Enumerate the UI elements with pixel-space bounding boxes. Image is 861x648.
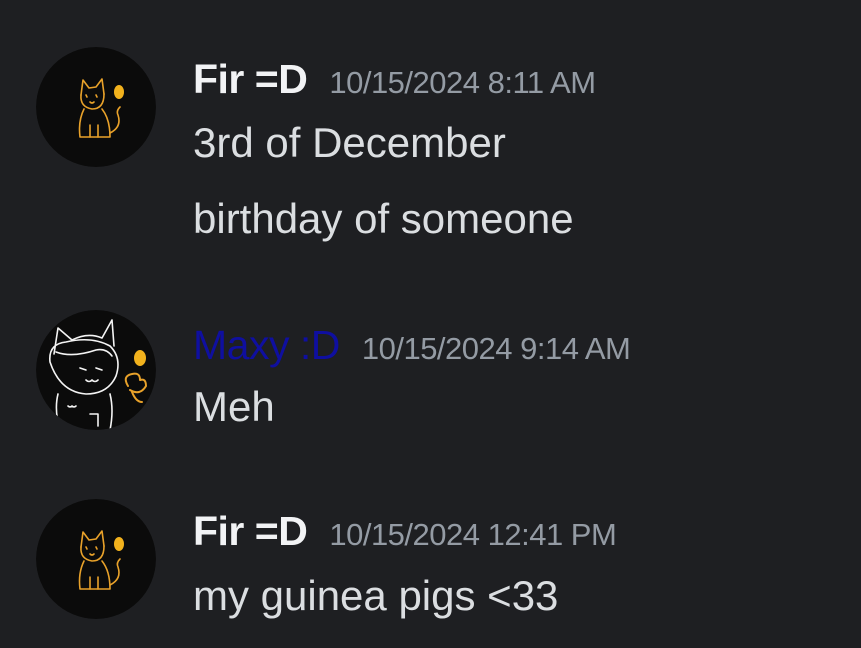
cat-sitting-avatar-icon [36,47,156,167]
message-header: Maxy :D 10/15/2024 9:14 AM [193,322,631,369]
cat-sitting-avatar-icon [36,499,156,619]
message-text: birthday of someone [193,195,574,242]
message-header: Fir =D 10/15/2024 8:11 AM [193,56,596,103]
timestamp[interactable]: 10/15/2024 8:11 AM [329,65,596,100]
timestamp[interactable]: 10/15/2024 12:41 PM [329,517,616,552]
message-text: 3rd of December [193,119,506,166]
avatar[interactable] [36,47,156,167]
avatar[interactable] [36,310,156,430]
message-header: Fir =D 10/15/2024 12:41 PM [193,508,617,555]
timestamp[interactable]: 10/15/2024 9:14 AM [362,331,631,366]
username[interactable]: Fir =D [193,508,308,554]
cat-waving-avatar-icon [36,310,156,430]
username[interactable]: Fir =D [193,56,308,102]
username[interactable]: Maxy :D [193,322,340,368]
message-text: my guinea pigs <33 [193,572,559,619]
avatar[interactable] [36,499,156,619]
message-text: Meh [193,383,275,430]
